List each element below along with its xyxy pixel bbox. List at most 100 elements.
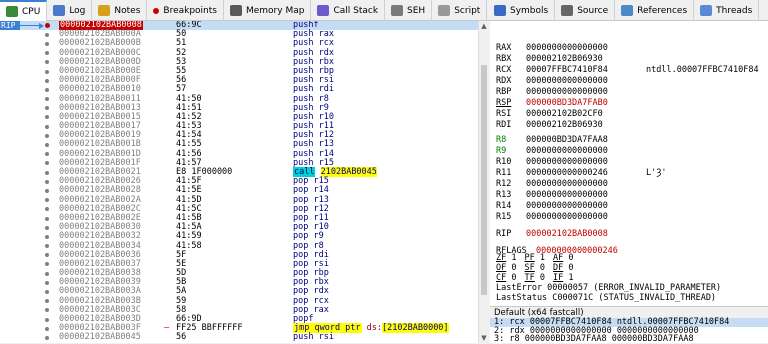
breakpoint-dot-icon[interactable] [45, 216, 49, 221]
flag-name: TF [524, 273, 535, 283]
breakpoint-dot-icon[interactable] [45, 161, 49, 166]
tab-references[interactable]: References [615, 0, 695, 21]
register-rcx[interactable]: RCX 00007FFBC7410F84 ntdll.00007FFBC7410F8… [496, 65, 759, 75]
register-rax[interactable]: RAX 0000000000000000 [496, 43, 608, 53]
tab-threads[interactable]: Threads [694, 0, 760, 21]
flag-tf[interactable]: TF 0 [525, 273, 546, 283]
register-r11[interactable]: R11 0000000000000246 L'Ȝ' [496, 168, 666, 178]
breakpoint-dot-icon[interactable] [45, 326, 49, 331]
tab-breakpoints[interactable]: Breakpoints [147, 0, 224, 21]
breakpoint-dot-icon[interactable] [45, 198, 49, 203]
fastcall-arg-row[interactable]: 3: r8 000000BD3DA7FAA8 000000BD3DA7FAA8 [490, 335, 768, 344]
breakpoint-dot-icon[interactable] [45, 152, 49, 157]
scroll-up-icon[interactable]: ▲ [480, 22, 488, 30]
breakpoint-dot-icon[interactable] [45, 60, 49, 65]
breakpoint-dot-icon[interactable] [45, 225, 49, 230]
register-rip[interactable]: RIP 000002102BAB0008 [496, 229, 608, 239]
registers-panel[interactable]: RAX 0000000000000000 RBX 000002102B06930 RCX… [490, 21, 768, 306]
breakpoint-dot-icon[interactable] [45, 308, 49, 313]
fastcall-args-panel[interactable]: 1: rcx 00007FFBC7410F84 ntdll.00007FFBC7… [490, 318, 768, 343]
breakpoint-dot-icon[interactable] [45, 207, 49, 212]
breakpoint-dot-icon[interactable] [45, 87, 49, 92]
breakpoint-dot-icon[interactable] [45, 234, 49, 239]
register-value[interactable]: 000002102BAB0008 [526, 229, 608, 239]
flag-of[interactable]: OF 0 [496, 263, 517, 273]
breakpoint-dot-icon[interactable] [45, 69, 49, 74]
breakpoint-dot-icon[interactable] [45, 124, 49, 129]
flag-cf[interactable]: CF 0 [496, 273, 517, 283]
register-rbx[interactable]: RBX 000002102B06930 [496, 54, 603, 64]
register-value[interactable]: 000002102B06930 [526, 54, 603, 64]
register-value[interactable]: 000002102B06930 [526, 120, 603, 130]
register-r10[interactable]: R10 0000000000000000 [496, 157, 608, 167]
tab-cpu[interactable]: CPU [0, 0, 48, 21]
scroll-thumb[interactable] [481, 65, 487, 295]
register-rdx[interactable]: RDX 0000000000000000 [496, 76, 608, 86]
breakpoint-dot-icon[interactable] [45, 244, 49, 249]
tab-seh[interactable]: SEH [385, 0, 433, 21]
disasm-row[interactable]: 000002102BAB0045 56 push rsi [0, 333, 478, 342]
flag-if[interactable]: IF 1 [553, 273, 574, 283]
breakpoint-dot-icon[interactable] [45, 280, 49, 285]
flag-df[interactable]: DF 0 [553, 263, 574, 273]
register-value[interactable]: 0000000000000000 [526, 179, 608, 189]
tab-script[interactable]: Script [432, 0, 488, 21]
register-rbp[interactable]: RBP 0000000000000000 [496, 87, 608, 97]
breakpoint-dot-icon[interactable] [44, 23, 50, 28]
register-rsi[interactable]: RSI 000002102B02CF0 [496, 109, 603, 119]
tab-memory-map[interactable]: Memory Map [224, 0, 312, 21]
breakpoint-dot-icon[interactable] [45, 253, 49, 258]
flag-pf[interactable]: PF 1 [525, 253, 546, 263]
breakpoint-dot-icon[interactable] [45, 115, 49, 120]
tab-call-stack[interactable]: Call Stack [311, 0, 386, 21]
register-r12[interactable]: R12 0000000000000000 [496, 179, 608, 189]
register-r9[interactable]: R9 0000000000000000 [496, 146, 608, 156]
tab-symbols[interactable]: Symbols [488, 0, 556, 21]
breakpoint-dot-icon[interactable] [45, 51, 49, 56]
breakpoint-dot-icon[interactable] [45, 143, 49, 148]
register-value[interactable]: 0000000000000246 [526, 168, 608, 178]
breakpoint-dot-icon[interactable] [45, 262, 49, 267]
register-r8[interactable]: R8 000000BD3DA7FAA8 [496, 135, 608, 145]
tab-log[interactable]: Log [47, 0, 93, 21]
tab-source[interactable]: Source [555, 0, 616, 21]
breakpoint-dot-icon[interactable] [45, 133, 49, 138]
flag-zf[interactable]: ZF 1 [496, 253, 517, 263]
register-value[interactable]: 0000000000000000 [526, 157, 608, 167]
breakpoint-dot-icon[interactable] [45, 299, 49, 304]
register-value[interactable]: 000000BD3DA7FAB0 [526, 98, 608, 108]
breakpoint-dot-icon[interactable] [45, 78, 49, 83]
breakpoint-dot-icon[interactable] [45, 97, 49, 102]
tab-notes[interactable]: Notes [92, 0, 148, 21]
register-value[interactable]: 0000000000000000 [526, 201, 608, 211]
breakpoint-dot-icon[interactable] [45, 32, 49, 37]
register-r13[interactable]: R13 0000000000000000 [496, 190, 608, 200]
breakpoint-dot-icon[interactable] [45, 335, 49, 340]
breakpoint-dot-icon[interactable] [45, 290, 49, 295]
flag-af[interactable]: AF 0 [553, 253, 574, 263]
register-rdi[interactable]: RDI 000002102B06930 [496, 120, 603, 130]
register-value[interactable]: 0000000000000000 [526, 212, 608, 222]
disassembly-view[interactable]: 000002102BAB0008 66:9C pushf 000002102BAB00… [0, 21, 478, 343]
register-value[interactable]: 000000BD3DA7FAA8 [526, 135, 608, 145]
breakpoint-dot-icon[interactable] [45, 41, 49, 46]
register-value[interactable]: 0000000000000000 [526, 87, 608, 97]
register-value[interactable]: 0000000000000000 [526, 190, 608, 200]
register-value[interactable]: 0000000000000000 [526, 76, 608, 86]
register-r15[interactable]: R15 0000000000000000 [496, 212, 608, 222]
breakpoint-dot-icon[interactable] [45, 271, 49, 276]
register-r14[interactable]: R14 0000000000000000 [496, 201, 608, 211]
register-rsp[interactable]: RSP 000000BD3DA7FAB0 [496, 98, 608, 108]
flag-sf[interactable]: SF 0 [525, 263, 546, 273]
disassembly-scrollbar[interactable]: ▲ ▼ [478, 21, 488, 343]
breakpoint-dot-icon[interactable] [45, 170, 49, 175]
register-value[interactable]: 0000000000000000 [526, 43, 608, 53]
register-value[interactable]: 0000000000000000 [526, 146, 608, 156]
breakpoint-dot-icon[interactable] [45, 317, 49, 322]
scroll-down-icon[interactable]: ▼ [480, 334, 488, 342]
breakpoint-dot-icon[interactable] [45, 188, 49, 193]
breakpoint-dot-icon[interactable] [45, 106, 49, 111]
breakpoint-dot-icon[interactable] [45, 179, 49, 184]
register-value[interactable]: 000002102B02CF0 [526, 109, 603, 119]
register-value[interactable]: 00007FFBC7410F84 [526, 65, 608, 75]
